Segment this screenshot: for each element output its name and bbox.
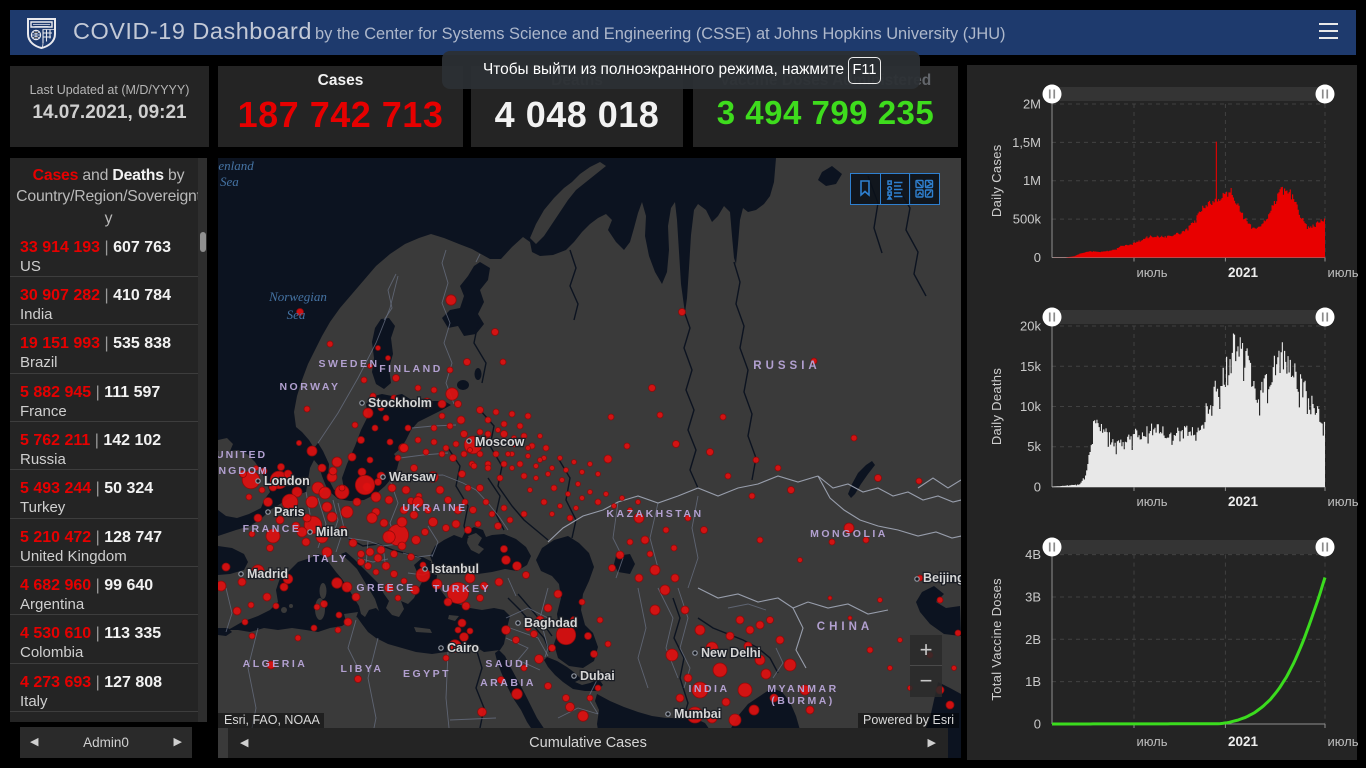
svg-text:reenland: reenland bbox=[218, 158, 254, 173]
svg-text:FRANCE: FRANCE bbox=[243, 523, 302, 535]
svg-text:EGYPT: EGYPT bbox=[403, 668, 451, 680]
svg-text:UNITED: UNITED bbox=[218, 449, 267, 461]
svg-text:Paris: Paris bbox=[274, 505, 305, 519]
svg-text:GREECE: GREECE bbox=[356, 582, 415, 594]
svg-text:ARABIA: ARABIA bbox=[480, 677, 536, 689]
svg-text:TURKEY: TURKEY bbox=[433, 583, 491, 595]
svg-text:RUSSIA: RUSSIA bbox=[753, 360, 820, 372]
svg-text:MONGOLIA: MONGOLIA bbox=[810, 528, 888, 540]
svg-text:MYANMAR: MYANMAR bbox=[767, 683, 838, 695]
svg-text:NORWAY: NORWAY bbox=[279, 381, 340, 393]
svg-text:ITALY: ITALY bbox=[307, 553, 348, 565]
svg-text:Moscow: Moscow bbox=[475, 435, 525, 449]
svg-text:New Delhi: New Delhi bbox=[701, 646, 761, 660]
svg-text:Beijing: Beijing bbox=[923, 571, 961, 585]
svg-text:Sea: Sea bbox=[220, 174, 239, 189]
svg-text:Cairo: Cairo bbox=[447, 641, 479, 655]
svg-text:SWEDEN: SWEDEN bbox=[318, 358, 379, 370]
svg-text:Madrid: Madrid bbox=[247, 567, 288, 581]
svg-text:ALGERIA: ALGERIA bbox=[243, 658, 308, 670]
svg-text:Mumbai: Mumbai bbox=[674, 707, 721, 721]
svg-text:Sea: Sea bbox=[287, 307, 306, 322]
svg-text:Baghdad: Baghdad bbox=[524, 616, 577, 630]
svg-text:INDIA: INDIA bbox=[688, 683, 729, 695]
svg-text:Dubai: Dubai bbox=[580, 669, 615, 683]
svg-text:LIBYA: LIBYA bbox=[340, 663, 383, 675]
svg-text:(BURMA): (BURMA) bbox=[771, 695, 835, 707]
svg-text:KAZAKHSTAN: KAZAKHSTAN bbox=[606, 508, 703, 520]
svg-text:CHINA: CHINA bbox=[817, 621, 873, 633]
svg-text:Istanbul: Istanbul bbox=[431, 562, 479, 576]
svg-text:Warsaw: Warsaw bbox=[389, 470, 436, 484]
svg-text:London: London bbox=[264, 474, 310, 488]
svg-text:SAUDI: SAUDI bbox=[485, 658, 530, 670]
svg-text:Norwegian: Norwegian bbox=[268, 289, 327, 304]
svg-text:FINLAND: FINLAND bbox=[379, 363, 443, 375]
svg-text:UKRAINE: UKRAINE bbox=[402, 502, 467, 514]
svg-text:Milan: Milan bbox=[316, 525, 348, 539]
svg-text:KINGDOM: KINGDOM bbox=[218, 465, 269, 477]
svg-text:Stockholm: Stockholm bbox=[368, 396, 432, 410]
